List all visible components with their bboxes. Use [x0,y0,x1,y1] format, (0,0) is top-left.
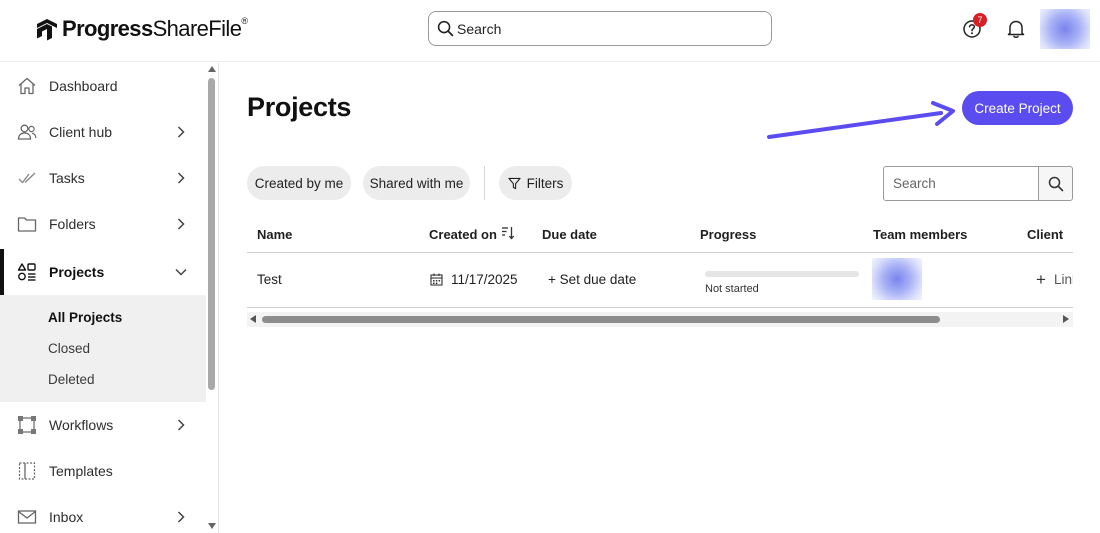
projects-subnav: All Projects Closed Deleted [0,295,206,402]
chevron-down-icon [175,268,187,276]
filters-label: Filters [526,175,564,191]
table-search-placeholder: Search [893,176,936,191]
filters-button[interactable]: Filters [499,166,572,200]
progress-logo-icon [37,19,57,41]
search-icon [437,20,454,37]
table-scroll-thumb[interactable] [262,316,940,323]
filter-divider [484,166,485,200]
mail-icon [17,510,37,524]
chevron-right-icon [177,419,185,431]
column-header-team-members[interactable]: Team members [873,227,967,242]
sidebar-item-label: Client hub [49,124,113,140]
set-due-date-link[interactable]: + Set due date [548,272,636,287]
create-project-button[interactable]: Create Project [962,91,1073,125]
logo[interactable]: ProgressShareFile® [34,14,248,44]
scroll-down-arrow[interactable] [208,523,216,529]
column-header-client[interactable]: Client [1027,227,1063,242]
subnav-item-deleted[interactable]: Deleted [48,372,95,387]
link-client-button[interactable]: Link [1054,272,1073,287]
scroll-up-arrow[interactable] [208,66,216,72]
help-notification-badge: 7 [973,13,987,27]
column-header-name[interactable]: Name [257,227,292,242]
sidebar-item-templates[interactable]: Templates [0,448,206,494]
column-header-progress[interactable]: Progress [700,227,756,242]
template-icon [18,462,36,480]
column-header-created-on[interactable]: Created on [429,227,497,242]
progress-status: Not started [705,283,759,295]
sidebar-item-label: Folders [49,216,96,232]
projects-icon [17,263,36,281]
table-search-button[interactable] [1038,166,1073,201]
sidebar-item-label: Workflows [49,417,114,433]
home-icon [18,77,36,95]
sidebar-item-projects[interactable]: Projects [0,249,206,295]
created-on-date: 11/17/2025 [451,272,518,287]
progress-bar [705,271,859,277]
top-bar: ProgressShareFile® Search 7 [0,0,1100,62]
chevron-right-icon [177,172,185,184]
column-header-due-date[interactable]: Due date [542,227,597,242]
annotation-arrow [767,101,955,139]
filter-shared-with-me[interactable]: Shared with me [363,166,470,200]
filter-icon [507,177,521,189]
chevron-right-icon [177,511,185,523]
table-row-divider [247,307,1073,308]
table-header-divider [247,252,1073,253]
sidebar-item-tasks[interactable]: Tasks [0,155,206,201]
bell-icon[interactable] [1007,19,1025,39]
scroll-right-arrow[interactable] [1063,315,1069,323]
checkmarks-icon [18,172,36,184]
search-icon [1048,176,1063,191]
sidebar-item-folders[interactable]: Folders [0,201,206,247]
brand-name: ProgressShareFile® [62,16,248,41]
user-avatar[interactable] [1040,9,1090,49]
sidebar-item-label: Inbox [49,509,84,525]
page-title: Projects [247,92,352,122]
subnav-item-closed[interactable]: Closed [48,341,90,356]
people-icon [17,124,37,140]
sidebar-item-label: Templates [49,463,113,479]
sidebar-item-label: Tasks [49,170,85,186]
sidebar-item-label: Dashboard [49,78,118,94]
sidebar: Dashboard Client hub Tasks Folders Proje… [0,63,219,533]
folder-icon [17,217,37,232]
chevron-right-icon [177,218,185,230]
add-client-icon[interactable]: + [1036,270,1046,290]
scroll-left-arrow[interactable] [250,315,256,323]
sidebar-item-client-hub[interactable]: Client hub [0,109,206,155]
sidebar-item-workflows[interactable]: Workflows [0,402,206,448]
sidebar-item-inbox[interactable]: Inbox [0,494,206,533]
subnav-item-all-projects[interactable]: All Projects [48,310,122,325]
table-search-input[interactable]: Search [883,166,1039,201]
filter-created-by-me[interactable]: Created by me [247,166,351,200]
sort-descending-icon[interactable] [501,226,515,240]
active-indicator [0,249,4,295]
sidebar-item-label: Projects [49,264,105,280]
sidebar-item-dashboard[interactable]: Dashboard [0,63,206,109]
team-member-avatar[interactable] [872,258,922,300]
sidebar-scroll-thumb[interactable] [208,78,215,390]
global-search-input[interactable]: Search [428,11,772,46]
workflow-icon [18,416,36,434]
global-search-placeholder: Search [457,20,502,37]
project-name[interactable]: Test [257,272,282,287]
calendar-icon [430,273,443,286]
chevron-right-icon [177,126,185,138]
